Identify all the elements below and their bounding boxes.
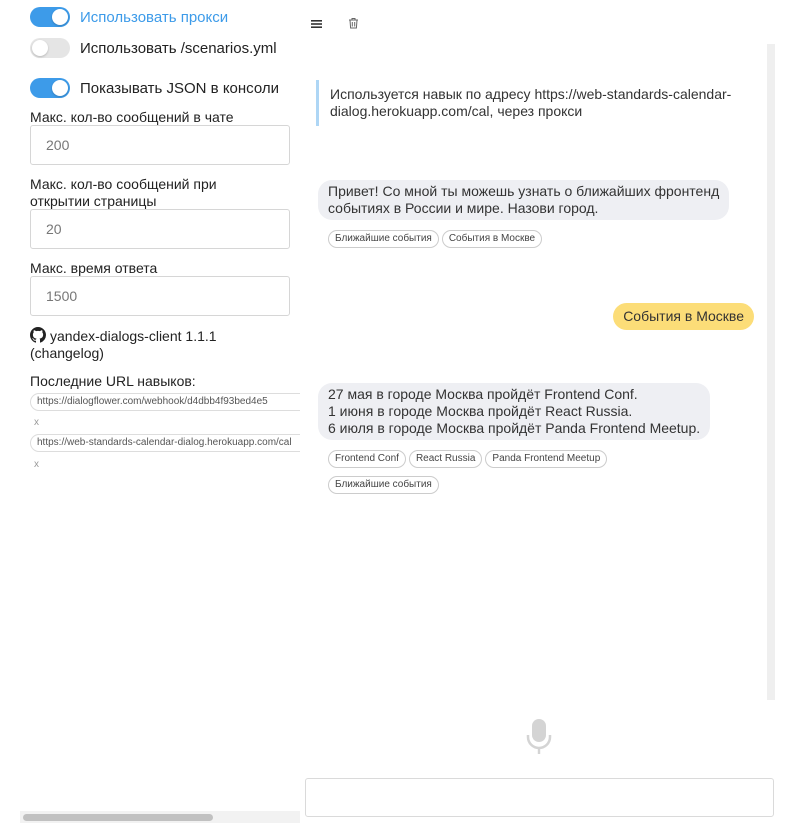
use-proxy-row[interactable]: Использовать прокси (30, 7, 228, 27)
menu-icon[interactable] (311, 17, 322, 32)
suggest-buttons: Frontend Conf React Russia Panda Frontend … (328, 448, 748, 500)
message-line: 1 июня в городе Москва пройдёт React Rus… (328, 403, 633, 419)
app-version[interactable]: yandex-dialogs-client 1.1.1 (50, 328, 217, 344)
microphone-icon[interactable] (525, 718, 553, 761)
recent-urls-title: Последние URL навыков: (30, 373, 196, 389)
changelog-link[interactable]: (changelog) (30, 345, 104, 361)
suggest-button[interactable]: События в Москве (441, 230, 543, 248)
toggle-knob (52, 9, 68, 25)
app-info: yandex-dialogs-client 1.1.1 (changelog) (30, 327, 290, 362)
max-response-time-input[interactable] (30, 276, 290, 316)
recent-url-item[interactable]: https://web-standards-calendar-dialog.he… (30, 434, 300, 452)
scrollbar-thumb[interactable] (23, 814, 213, 821)
chat-panel: Используется навык по адресу https://web… (305, 0, 789, 828)
use-scenarios-row[interactable]: Использовать /scenarios.yml (30, 38, 277, 58)
max-messages-open-label: Макс. кол-во сообщений при открытии стра… (30, 176, 217, 209)
max-response-time-label: Макс. время ответа (30, 260, 158, 276)
user-message: События в Москве (613, 303, 754, 330)
settings-sidebar: Использовать прокси Использовать /scenar… (0, 0, 300, 828)
suggest-button[interactable]: Ближайшие события (328, 476, 439, 494)
show-json-label[interactable]: Показывать JSON в консоли (80, 80, 279, 97)
suggest-button[interactable]: Panda Frontend Meetup (485, 450, 608, 468)
message-line: событиях в России и мире. Назови город. (328, 200, 599, 216)
use-proxy-label[interactable]: Использовать прокси (80, 9, 228, 26)
suggest-button[interactable]: Frontend Conf (328, 450, 406, 468)
message-line: 27 мая в городе Москва пройдёт Frontend … (328, 386, 638, 402)
github-icon[interactable] (30, 327, 50, 344)
toggle-knob (32, 40, 48, 56)
trash-icon[interactable] (348, 17, 359, 32)
sidebar-horizontal-scrollbar[interactable] (20, 811, 300, 823)
toggle-knob (52, 80, 68, 96)
use-scenarios-label[interactable]: Использовать /scenarios.yml (80, 40, 277, 57)
show-json-row[interactable]: Показывать JSON в консоли (30, 78, 279, 98)
remove-url-button[interactable]: x (34, 417, 39, 428)
use-scenarios-toggle[interactable] (30, 38, 70, 58)
suggest-button[interactable]: React Russia (408, 450, 483, 468)
bot-message: 27 мая в городе Москва пройдёт Frontend … (318, 383, 711, 440)
recent-url-item[interactable]: https://dialogflower.com/webhook/d4dbb4f… (30, 393, 300, 411)
max-messages-open-input[interactable] (30, 209, 290, 249)
chat-message-input[interactable] (305, 778, 774, 817)
message-line: Привет! Со мной ты можешь узнать о ближа… (328, 183, 720, 199)
max-messages-chat-label: Макс. кол-во сообщений в чате (30, 109, 234, 125)
bot-message: Привет! Со мной ты можешь узнать о ближа… (318, 180, 730, 220)
skill-info-message: Используется навык по адресу https://web… (316, 80, 760, 126)
use-proxy-toggle[interactable] (30, 7, 70, 27)
remove-url-button[interactable]: x (34, 459, 39, 470)
suggest-button[interactable]: Ближайшие события (328, 230, 439, 248)
message-line: 6 июля в городе Москва пройдёт Panda Fro… (328, 420, 701, 436)
suggest-buttons: Ближайшие события События в Москве (328, 228, 748, 254)
show-json-toggle[interactable] (30, 78, 70, 98)
chat-vertical-scrollbar[interactable] (767, 44, 775, 700)
max-messages-chat-input[interactable] (30, 125, 290, 165)
